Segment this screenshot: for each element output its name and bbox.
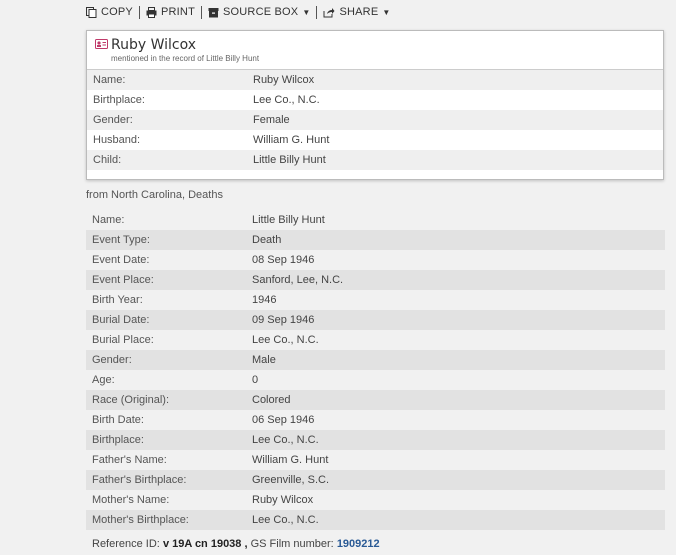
detail-row: Child: Little Billy Hunt (87, 150, 663, 170)
detail-value: Death (252, 234, 282, 246)
reference-id-value: v 19A cn 19038 (162, 538, 242, 550)
detail-value-link[interactable]: William G. Hunt (253, 134, 329, 146)
detail-label: Event Place: (92, 274, 154, 286)
detail-value: Male (252, 354, 276, 366)
person-card-header: Ruby Wilcox mentioned in the record of L… (87, 31, 663, 70)
detail-label: Mother's Name: (92, 494, 170, 506)
print-label: PRINT (160, 6, 195, 18)
detail-row: Birthplace: Lee Co., N.C. (87, 90, 663, 110)
detail-value-link[interactable]: William G. Hunt (252, 454, 328, 466)
detail-row: Burial Place: Lee Co., N.C. (86, 330, 665, 350)
record-details-list: Name: Little Billy Hunt Event Type: Death Ev… (86, 210, 665, 530)
detail-row: Husband: William G. Hunt (87, 130, 663, 150)
person-details-list: Name: Ruby Wilcox Birthplace: Lee Co., N.C.… (87, 70, 663, 170)
print-button[interactable]: PRINT (146, 6, 195, 18)
detail-value: Sanford, Lee, N.C. (252, 274, 344, 286)
detail-label: Gender: (93, 114, 133, 126)
detail-row: Father's Name: William G. Hunt (86, 450, 665, 470)
detail-value: Lee Co., N.C. (252, 514, 319, 526)
detail-label: Gender: (92, 354, 132, 366)
person-card: Ruby Wilcox mentioned in the record of L… (86, 30, 664, 180)
reference-id-label: Reference ID: (92, 538, 160, 550)
detail-label: Birthplace: (93, 94, 145, 106)
copy-button[interactable]: COPY (86, 6, 133, 18)
record-toolbar: COPY PRINT SOURCE BOX ▼ SHARE ▼ (86, 4, 391, 20)
detail-row: Birth Date: 06 Sep 1946 (86, 410, 665, 430)
copy-label: COPY (101, 6, 133, 18)
detail-value: 1946 (252, 294, 277, 306)
detail-label: Race (Original): (92, 394, 170, 406)
detail-value: Lee Co., N.C. (252, 434, 319, 446)
detail-label: Burial Place: (92, 334, 154, 346)
detail-label: Husband: (93, 134, 141, 146)
chevron-down-icon: ▼ (302, 7, 311, 17)
box-icon (208, 7, 219, 17)
source-box-button[interactable]: SOURCE BOX ▼ (208, 6, 310, 18)
detail-value: 09 Sep 1946 (252, 314, 315, 326)
detail-row: Name: Ruby Wilcox (87, 70, 663, 90)
detail-value: 0 (252, 374, 259, 386)
detail-label: Event Date: (92, 254, 150, 266)
detail-row: Name: Little Billy Hunt (86, 210, 665, 230)
detail-label: Child: (93, 154, 122, 166)
detail-label: Mother's Birthplace: (92, 514, 189, 526)
detail-label: Burial Date: (92, 314, 150, 326)
reference-line: Reference ID: v 19A cn 19038 , GS Film n… (92, 538, 380, 550)
detail-label: Birth Date: (92, 414, 144, 426)
film-number-link[interactable]: 1909212 (337, 538, 380, 550)
detail-value-link[interactable]: Ruby Wilcox (253, 74, 314, 86)
detail-value: 06 Sep 1946 (252, 414, 315, 426)
detail-label: Birth Year: (92, 294, 143, 306)
detail-row: Event Place: Sanford, Lee, N.C. (86, 270, 665, 290)
source-box-label: SOURCE BOX (222, 6, 299, 18)
detail-label: Father's Birthplace: (92, 474, 187, 486)
detail-row: Event Date: 08 Sep 1946 (86, 250, 665, 270)
detail-value: 08 Sep 1946 (252, 254, 315, 266)
detail-value: Lee Co., N.C. (253, 94, 320, 106)
detail-row: Age: 0 (86, 370, 665, 390)
detail-label: Name: (92, 214, 125, 226)
detail-row: Event Type: Death (86, 230, 665, 250)
detail-row: Mother's Name: Ruby Wilcox (86, 490, 665, 510)
share-icon (323, 7, 335, 17)
detail-value: Greenville, S.C. (252, 474, 330, 486)
detail-label: Event Type: (92, 234, 150, 246)
detail-row: Race (Original): Colored (86, 390, 665, 410)
chevron-down-icon: ▼ (382, 7, 391, 17)
detail-value: Colored (252, 394, 291, 406)
detail-label: Name: (93, 74, 126, 86)
detail-value: Lee Co., N.C. (252, 334, 319, 346)
detail-row: Birthplace: Lee Co., N.C. (86, 430, 665, 450)
detail-row: Gender: Male (86, 350, 665, 370)
detail-value-link[interactable]: Little Billy Hunt (253, 154, 326, 166)
copy-icon (86, 6, 97, 18)
person-record-icon (95, 39, 108, 49)
printer-icon (146, 6, 157, 18)
detail-label: Age: (92, 374, 115, 386)
detail-row: Gender: Female (87, 110, 663, 130)
detail-value: Female (253, 114, 290, 126)
reference-separator: , (244, 538, 248, 550)
detail-row: Mother's Birthplace: Lee Co., N.C. (86, 510, 665, 530)
detail-value-link[interactable]: Little Billy Hunt (252, 214, 325, 226)
share-button[interactable]: SHARE ▼ (323, 6, 390, 18)
detail-row: Burial Date: 09 Sep 1946 (86, 310, 665, 330)
share-label: SHARE (339, 6, 379, 18)
detail-label: Birthplace: (92, 434, 144, 446)
detail-row: Father's Birthplace: Greenville, S.C. (86, 470, 665, 490)
detail-row: Birth Year: 1946 (86, 290, 665, 310)
detail-value-link[interactable]: Ruby Wilcox (252, 494, 313, 506)
toolbar-divider (316, 5, 318, 19)
toolbar-divider (200, 5, 202, 19)
person-name-title: Ruby Wilcox (111, 37, 197, 53)
film-number-label: GS Film number: (250, 538, 334, 550)
toolbar-divider (138, 5, 140, 19)
source-collection-note: from North Carolina, Deaths (86, 189, 223, 201)
person-mention-subtitle: mentioned in the record of Little Billy … (111, 54, 260, 63)
detail-label: Father's Name: (92, 454, 167, 466)
